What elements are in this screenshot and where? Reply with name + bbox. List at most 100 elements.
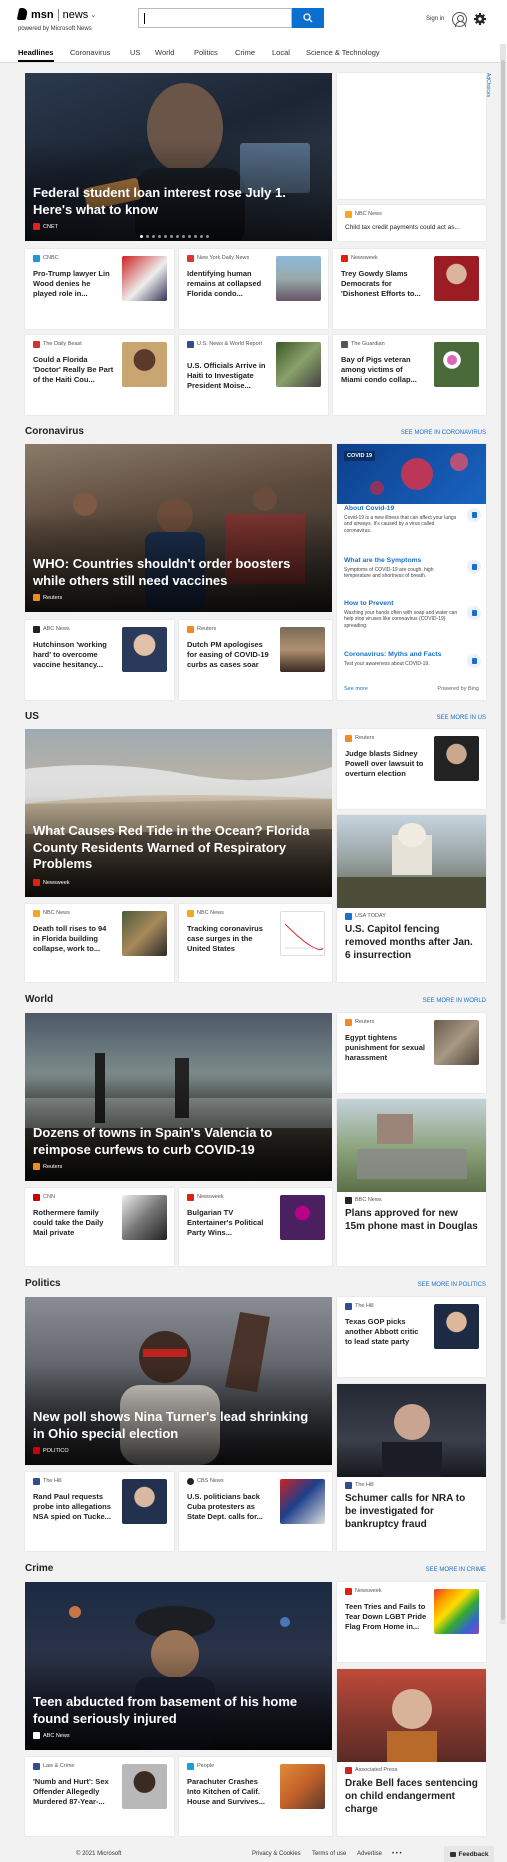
crime-hero-story[interactable]: Teen abducted from basement of his home … — [25, 1582, 332, 1750]
news-card-headline[interactable]: Trey Gowdy Slams Democrats for 'Dishones… — [341, 269, 423, 299]
hero-headline[interactable]: What Causes Red Tide in the Ocean? Flori… — [33, 823, 322, 873]
search-button[interactable] — [292, 8, 324, 28]
news-card[interactable]: New York Daily News Identifying human re… — [179, 249, 328, 329]
news-card-headline[interactable]: Parachuter Crashes Into Kitchen of Calif… — [187, 1777, 269, 1807]
nav-tab-local[interactable]: Local — [272, 48, 290, 57]
nav-tab-science-technology[interactable]: Science & Technology — [306, 48, 380, 57]
nav-tab-crime[interactable]: Crime — [235, 48, 255, 57]
news-card[interactable]: Law & Crime 'Numb and Hurt': Sex Offende… — [25, 1757, 174, 1836]
hero-headline[interactable]: New poll shows Nina Turner's lead shrink… — [33, 1409, 322, 1442]
privacy-link[interactable]: Privacy & Cookies — [252, 1851, 301, 1857]
advertise-link[interactable]: Advertise — [357, 1851, 382, 1857]
news-card[interactable]: Newsweek Teen Tries and Fails to Tear Do… — [337, 1582, 486, 1662]
nav-tab-politics[interactable]: Politics — [194, 48, 218, 57]
news-card-headline[interactable]: Bulgarian TV Entertainer's Political Par… — [187, 1208, 269, 1238]
search-input[interactable] — [138, 8, 292, 28]
avatar-icon[interactable] — [452, 12, 467, 27]
news-card[interactable]: Reuters Egypt tightens punishment for se… — [337, 1013, 486, 1093]
news-card[interactable]: CNBC Pro-Trump lawyer Lin Wood denies he… — [25, 249, 174, 329]
news-card[interactable]: Reuters Judge blasts Sidney Powell over … — [337, 729, 486, 809]
news-card-headline[interactable]: Schumer calls for NRA to be investigated… — [345, 1492, 478, 1531]
news-card-headline[interactable]: Pro-Trump lawyer Lin Wood denies he play… — [33, 269, 115, 299]
news-card[interactable]: U.S. News & World Report U.S. Officials … — [179, 335, 328, 415]
news-card[interactable]: The Daily Beast Could a Florida 'Doctor'… — [25, 335, 174, 415]
news-card[interactable]: The Hill Texas GOP picks another Abbott … — [337, 1297, 486, 1377]
carousel-dots[interactable] — [140, 235, 209, 238]
nav-tab-world[interactable]: World — [155, 48, 174, 57]
news-card-headline[interactable]: Death toll rises to 94 in Florida buildi… — [33, 924, 115, 954]
news-card-headline[interactable]: Rothermere family could take the Daily M… — [33, 1208, 115, 1238]
news-card[interactable]: CBS News U.S. politicians back Cuba prot… — [179, 1472, 332, 1551]
nav-tab-us[interactable]: US — [130, 48, 140, 57]
msn-news-logo[interactable]: msn news ⌄ — [18, 8, 96, 21]
hero-headline[interactable]: Dozens of towns in Spain's Valencia to r… — [33, 1125, 322, 1158]
news-card-headline[interactable]: Tracking coronavirus case surges in the … — [187, 924, 269, 954]
news-card-headline[interactable]: Texas GOP picks another Abbott critic to… — [345, 1317, 427, 1347]
hero-headline[interactable]: Federal student loan interest rose July … — [33, 185, 322, 218]
news-card[interactable]: The Hill Rand Paul requests probe into a… — [25, 1472, 174, 1551]
news-card[interactable]: CNN Rothermere family could take the Dai… — [25, 1188, 174, 1266]
news-card[interactable]: ABC News Hutchinson 'working hard' to ov… — [25, 620, 174, 700]
covid-symptoms-link[interactable]: What are the Symptoms Symptoms of COVID-… — [344, 556, 460, 580]
see-more-us-link[interactable]: SEE MORE IN US — [400, 715, 486, 721]
coronavirus-hero-story[interactable]: WHO: Countries shouldn't order boosters … — [25, 444, 332, 612]
see-more-crime-link[interactable]: SEE MORE IN CRIME — [380, 1567, 486, 1573]
news-card-headline[interactable]: Teen Tries and Fails to Tear Down LGBT P… — [345, 1602, 427, 1632]
news-card-headline[interactable]: Could a Florida 'Doctor' Really Be Part … — [33, 355, 115, 385]
gear-icon[interactable] — [473, 12, 487, 26]
see-more-world-link[interactable]: SEE MORE IN WORLD — [380, 998, 486, 1004]
see-more-politics-link[interactable]: SEE MORE IN POLITICS — [380, 1282, 486, 1288]
news-card[interactable]: The Guardian Bay of Pigs veteran among v… — [333, 335, 486, 415]
sign-in-link[interactable]: Sign in — [426, 16, 444, 22]
news-card-headline[interactable]: Dutch PM apologises for easing of COVID-… — [187, 640, 273, 670]
big-news-card[interactable]: Associated Press Drake Bell faces senten… — [337, 1669, 486, 1836]
us-hero-story[interactable]: What Causes Red Tide in the Ocean? Flori… — [25, 729, 332, 897]
world-hero-story[interactable]: Dozens of towns in Spain's Valencia to r… — [25, 1013, 332, 1181]
scrollbar-thumb[interactable] — [501, 60, 505, 1620]
ad-slot[interactable] — [337, 73, 486, 199]
section-title-coronavirus[interactable]: Coronavirus — [25, 426, 84, 437]
more-options-icon[interactable]: • • • — [392, 1851, 402, 1857]
covid-about-link[interactable]: About Covid-19 Covid-19 is a new illness… — [344, 504, 460, 534]
chevron-down-icon[interactable]: ⌄ — [90, 11, 96, 19]
covid-prevent-link[interactable]: How to Prevent Washing your hands often … — [344, 599, 460, 629]
big-news-card[interactable]: BBC News Plans approved for new 15m phon… — [337, 1099, 486, 1266]
news-card-headline[interactable]: U.S. politicians back Cuba protesters as… — [187, 1492, 269, 1522]
news-card-headline[interactable]: U.S. Officials Arrive in Haiti to Invest… — [187, 361, 269, 391]
see-more-coronavirus-link[interactable]: SEE MORE IN CORONAVIRUS — [380, 430, 486, 436]
news-card-headline[interactable]: Rand Paul requests probe into allegation… — [33, 1492, 115, 1522]
hero-headline[interactable]: Teen abducted from basement of his home … — [33, 1694, 322, 1727]
covid-myths-link[interactable]: Coronavirus: Myths and Facts Test your a… — [344, 650, 460, 667]
politics-hero-story[interactable]: New poll shows Nina Turner's lead shrink… — [25, 1297, 332, 1465]
news-card-headline[interactable]: Egypt tightens punishment for sexual har… — [345, 1033, 427, 1063]
news-card-headline[interactable]: Drake Bell faces sentencing on child end… — [345, 1777, 478, 1816]
covid-see-more-link[interactable]: See more — [344, 686, 368, 692]
big-news-card[interactable]: USA TODAY U.S. Capitol fencing removed m… — [337, 815, 486, 982]
terms-link[interactable]: Terms of use — [312, 1851, 346, 1857]
news-card[interactable]: NBC News Tracking coronavirus case surge… — [179, 904, 332, 982]
news-card[interactable]: Newsweek Bulgarian TV Entertainer's Poli… — [179, 1188, 332, 1266]
news-card[interactable]: People Parachuter Crashes Into Kitchen o… — [179, 1757, 332, 1836]
nav-tab-coronavirus[interactable]: Coronavirus — [70, 48, 110, 57]
news-card-headline[interactable]: Identifying human remains at collapsed F… — [187, 269, 269, 299]
hero-headline[interactable]: WHO: Countries shouldn't order boosters … — [33, 556, 322, 589]
big-news-card[interactable]: The Hill Schumer calls for NRA to be inv… — [337, 1384, 486, 1551]
top-hero-story[interactable]: Federal student loan interest rose July … — [25, 73, 332, 241]
news-card-headline[interactable]: Judge blasts Sidney Powell over lawsuit … — [345, 749, 427, 779]
section-title-us[interactable]: US — [25, 711, 39, 722]
news-card-headline[interactable]: 'Numb and Hurt': Sex Offender Allegedly … — [33, 1777, 115, 1807]
side-story[interactable]: NBC News Child tax credit payments could… — [337, 205, 486, 241]
news-card-headline[interactable]: Bay of Pigs veteran among victims of Mia… — [341, 355, 423, 385]
news-card-headline[interactable]: Hutchinson 'working hard' to overcome va… — [33, 640, 115, 670]
section-title-politics[interactable]: Politics — [25, 1278, 61, 1289]
news-card[interactable]: Reuters Dutch PM apologises for easing o… — [179, 620, 332, 700]
news-card-headline[interactable]: Plans approved for new 15m phone mast in… — [345, 1207, 478, 1233]
news-card[interactable]: NBC News Death toll rises to 94 in Flori… — [25, 904, 174, 982]
section-title-crime[interactable]: Crime — [25, 1563, 53, 1574]
feedback-button[interactable]: Feedback — [444, 1846, 494, 1862]
side-story-headline[interactable]: Child tax credit payments could act as..… — [345, 223, 480, 233]
news-card[interactable]: Newsweek Trey Gowdy Slams Democrats for … — [333, 249, 486, 329]
news-card-headline[interactable]: U.S. Capitol fencing removed months afte… — [345, 923, 478, 962]
nav-tab-headlines[interactable]: Headlines — [18, 48, 53, 57]
section-title-world[interactable]: World — [25, 994, 53, 1005]
